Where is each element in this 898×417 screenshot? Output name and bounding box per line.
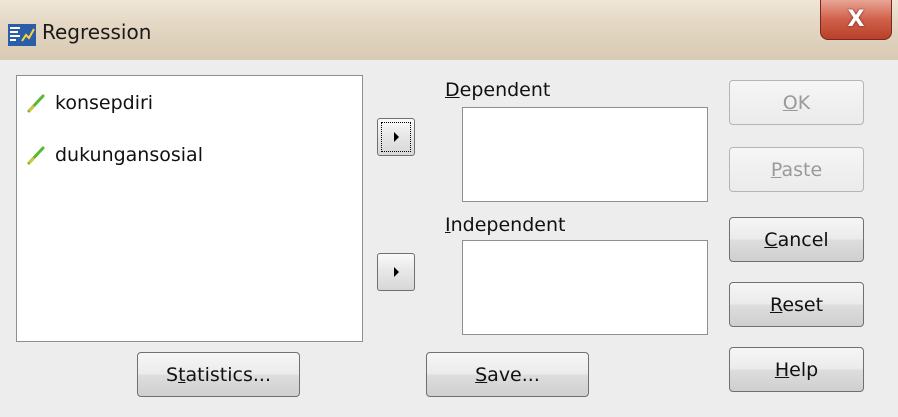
help-button[interactable]: Help xyxy=(729,347,864,392)
move-to-independent-button[interactable] xyxy=(377,253,415,291)
help-label: Help xyxy=(774,358,819,381)
independent-label: Independent xyxy=(445,214,566,236)
move-to-dependent-button[interactable] xyxy=(377,118,415,156)
save-button[interactable]: Save... xyxy=(426,352,589,397)
variable-label: dukungansosial xyxy=(55,144,203,166)
cancel-label: Cancel xyxy=(764,228,829,251)
dependent-label: Dependent xyxy=(445,79,551,101)
right-arrow-icon xyxy=(393,132,399,142)
variable-label: konsepdiri xyxy=(55,92,154,114)
statistics-button[interactable]: Statistics... xyxy=(137,352,300,397)
close-button[interactable]: X xyxy=(820,0,892,40)
title-bar[interactable]: Regression X xyxy=(0,0,898,60)
dependent-field[interactable] xyxy=(462,107,708,202)
list-item[interactable]: konsepdiri xyxy=(25,89,153,117)
scale-variable-icon xyxy=(27,146,45,165)
paste-label: Paste xyxy=(770,158,823,181)
variable-list[interactable]: konsepdiri dukungansosial xyxy=(16,75,363,342)
save-label: Save... xyxy=(475,363,540,386)
scale-variable-icon xyxy=(27,94,45,113)
statistics-label: Statistics... xyxy=(166,363,271,386)
independent-field[interactable] xyxy=(462,240,708,335)
close-icon: X xyxy=(847,7,865,32)
app-icon xyxy=(8,24,36,46)
ok-button[interactable]: OK xyxy=(729,80,864,125)
dialog-body: konsepdiri dukungansosial Dependent Inde… xyxy=(0,60,898,417)
reset-label: Reset xyxy=(769,293,824,316)
cancel-button[interactable]: Cancel xyxy=(729,217,864,262)
ok-label: OK xyxy=(782,91,811,114)
list-item[interactable]: dukungansosial xyxy=(25,141,203,169)
right-arrow-icon xyxy=(393,267,399,277)
paste-button[interactable]: Paste xyxy=(729,147,864,192)
window-title: Regression xyxy=(42,20,152,44)
reset-button[interactable]: Reset xyxy=(729,282,864,327)
